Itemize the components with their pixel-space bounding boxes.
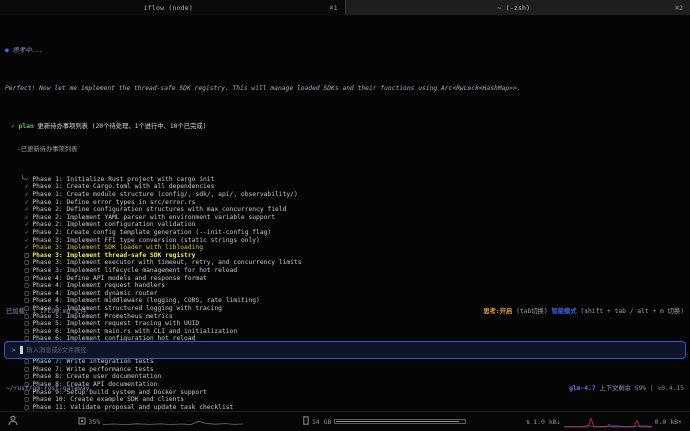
tab-zsh-shortcut: ⌘2 [675,4,683,12]
smart-mode-hint: (shift + tab / alt + m 切换) [577,308,684,315]
network-widget: ⇅ 1.0 kB↓ 0.0 kB↑ [526,416,682,428]
todo-item: □ Phase 3: Implement thread-safe SDK reg… [5,252,685,260]
tab-zsh[interactable]: ~ (-zsh) ⌘2 [345,0,690,15]
todo-item: ✓ Phase 3: Implement SDK loader with lib… [5,244,685,252]
system-status-bar: 35% 14 GB ⇅ 1.0 kB↓ 0.0 kB↑ [0,411,690,431]
network-arrows-icon: ⇅ [526,418,530,426]
cpu-widget: 35% [78,416,244,427]
thinking-mode-toggle: 思考:开启 [483,308,512,315]
plan-subtitle: -已更新待办事项列表 [5,146,685,154]
cli-version: | v0.4.15 [650,385,684,392]
cli-status-line: 已加载: 1 IFLOW.md 文件 思考:开启 (tab切换) 智能模式 (s… [4,308,686,319]
network-graph [564,416,652,428]
todo-item: ✓ Phase 1: Define error types in src/err… [5,199,685,207]
message-input[interactable]: > 输入消息或@文件路径 [4,341,686,359]
cpu-sparkline [103,416,243,427]
memory-icon [303,416,309,427]
context-remaining: 上下文剩余 59% [596,385,650,392]
terminal-pane: ● 思考中... Perfect! Now let me implement t… [0,15,690,411]
todo-item: □ Phase 3: Implement lifecycle managemen… [5,267,685,275]
todo-item: □ Phase 4: Implement request handlers [5,282,685,290]
todo-item: □ Phase 3: Implement executor with timeo… [5,259,685,267]
model-status: glm-4.7 上下文剩余 59% | v0.4.15 [569,385,684,393]
todo-item: ✓ Phase 1: Create Cargo.toml with all de… [5,183,685,191]
todo-item: ✓ Phase 1: Create module structure (conf… [5,191,685,199]
user-icon [8,415,18,428]
mode-indicators: 思考:开启 (tab切换) 智能模式 (shift + tab / alt + … [483,308,684,316]
tab-zsh-title: ~ (-zsh) [353,4,676,12]
todo-item: └✓ Phase 1: Initialize Rust project with… [5,176,685,184]
todo-item: ✓ Phase 2: Create config template genera… [5,229,685,237]
loaded-context-files: 已加载: 1 IFLOW.md 文件 [6,308,87,316]
todo-item: ✓ Phase 3: Implement FFI type conversion… [5,237,685,245]
tab-bar: iflow (node) ⌘1 ~ (-zsh) ⌘2 [0,0,690,15]
thinking-indicator: ● 思考中... [5,47,685,55]
assistant-message: Perfect! Now let me implement the thread… [5,85,685,93]
smart-mode-toggle: 智能模式 [551,308,576,315]
todo-item: ✓ Phase 2: Implement YAML parser with en… [5,214,685,222]
memory-amount: 14 GB [312,418,332,426]
plan-header: ✓ plan 更新待办事项列表 (20个待处理、1个进行中、10个已完成) [5,123,685,131]
tab-iflow-title: iflow (node) [7,4,330,12]
model-name: glm-4.7 [569,385,596,392]
tab-iflow-shortcut: ⌘1 [330,4,338,12]
plan-tool-name: plan [19,123,34,130]
memory-bar [334,419,466,424]
thinking-spinner-icon: ● [5,47,9,54]
cli-footer: ~/rust/gm-rust-gateway glm-4.7 上下文剩余 59%… [4,385,686,393]
memory-widget: 14 GB [303,416,467,427]
input-placeholder: 输入消息或@文件路径 [26,347,86,355]
todo-item: ✓ Phase 2: Define configuration structur… [5,206,685,214]
network-upload-rate: 0.0 kB↑ [655,418,682,426]
text-cursor [20,346,24,354]
cli-bottom-group: 已加载: 1 IFLOW.md 文件 思考:开启 (tab切换) 智能模式 (s… [0,293,690,408]
thinking-mode-hint: (tab切换) [512,308,551,315]
thinking-label: 思考中... [13,47,43,54]
cpu-icon [78,417,86,427]
prompt-chevron-icon: > [12,347,16,355]
check-icon: ✓ [11,123,15,130]
cpu-percentage: 35% [89,418,101,426]
working-directory: ~/rust/gm-rust-gateway [6,385,89,393]
tab-iflow[interactable]: iflow (node) ⌘1 [0,0,345,15]
network-download-rate: 1.0 kB↓ [533,418,560,426]
plan-summary: 更新待办事项列表 (20个待处理、1个进行中、10个已完成) [34,123,207,130]
todo-item: ✓ Phase 2: Implement configuration valid… [5,221,685,229]
todo-item: □ Phase 4: Define API models and respons… [5,275,685,283]
